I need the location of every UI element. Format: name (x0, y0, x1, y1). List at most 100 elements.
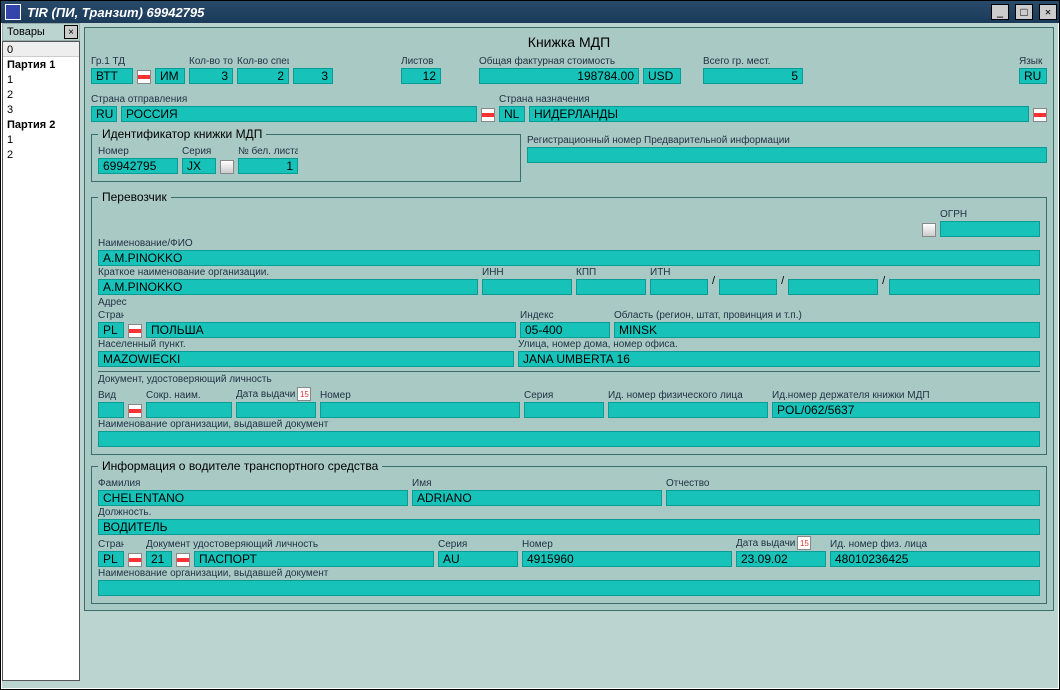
titlebar[interactable]: TIR (ПИ, Транзит) 69942795 _ □ × (1, 1, 1059, 23)
spec-count-label: Кол-во спецификаций и товаров (237, 56, 289, 67)
sidebar-item[interactable]: 0 (3, 42, 79, 57)
itn-v4[interactable] (889, 279, 1040, 295)
mdp-number-label: Номер (98, 146, 178, 157)
driver-position-value[interactable]: ВОДИТЕЛЬ (98, 519, 1040, 535)
driver-number-value[interactable]: 4915960 (522, 551, 732, 567)
idnum-value[interactable] (320, 402, 520, 418)
dep-country-name[interactable]: РОССИЯ (121, 106, 477, 122)
sidebar-item[interactable]: 3 (3, 102, 79, 117)
invoice-cost-value[interactable]: 198784.00 (479, 68, 639, 84)
driver-country-value[interactable]: PL (98, 551, 124, 567)
lang-value[interactable]: RU (1019, 68, 1047, 84)
sidebar-item[interactable]: 1 (3, 132, 79, 147)
iddate-value[interactable] (236, 402, 316, 418)
sheets-value[interactable]: 12 (401, 68, 441, 84)
regime-value[interactable]: ИМ (155, 68, 185, 84)
driver-series-value[interactable]: AU (438, 551, 518, 567)
kpp-value[interactable] (576, 279, 646, 295)
gr1td-value[interactable]: ВТТ (91, 68, 133, 84)
idabbr-value[interactable] (146, 402, 232, 418)
calendar-icon[interactable]: 15 (297, 387, 311, 401)
carrier-legend: Перевозчик (98, 190, 171, 204)
sidebar-item[interactable]: 2 (3, 87, 79, 102)
driver-date-label: Дата выдачи (736, 538, 795, 549)
idphys-value[interactable] (608, 402, 768, 418)
driver-series-label: Серия (438, 539, 518, 550)
inn-value[interactable] (482, 279, 572, 295)
flag-icon[interactable] (128, 324, 142, 338)
carrier-name-value[interactable]: A.M.PINOKKO (98, 250, 1040, 266)
issuer-value[interactable] (98, 431, 1040, 447)
driver-doc-name[interactable]: ПАСПОРТ (194, 551, 434, 567)
driver-date-value[interactable]: 23.09.02 (736, 551, 826, 567)
ogrn-value[interactable] (940, 221, 1040, 237)
header-row: Гр.1 ТД ВТТ ИМ Кол-во товаров 3 (91, 56, 1047, 84)
sidebar-item[interactable]: Партия 1 (3, 57, 79, 72)
picker-icon[interactable] (220, 160, 234, 174)
carrier-country-code[interactable]: PL (98, 322, 124, 338)
sidebar-close-button[interactable]: × (64, 25, 78, 39)
dest-country-code[interactable]: NL (499, 106, 525, 122)
sidebar-item[interactable]: 2 (3, 147, 79, 162)
mdp-white-label: № бел. листа (238, 146, 298, 157)
driver-name-label: Имя (412, 478, 662, 489)
driver-doc-code[interactable]: 21 (146, 551, 172, 567)
reg-no-value[interactable] (527, 147, 1047, 163)
driver-issuer-label: Наименование организации, выдавшей докум… (98, 568, 1040, 579)
driver-name-value[interactable]: ADRIANO (412, 490, 662, 506)
driver-legend: Информация о водителе транспортного сред… (98, 459, 382, 473)
driver-phys-value[interactable]: 48010236425 (830, 551, 1040, 567)
driver-surname-value[interactable]: CHELENTANO (98, 490, 408, 506)
itn-v2[interactable] (719, 279, 777, 295)
dest-country-name[interactable]: НИДЕРЛАНДЫ (529, 106, 1029, 122)
iddoc-header: Документ, удостоверяющий личность (98, 374, 1040, 385)
close-button[interactable]: × (1039, 4, 1057, 20)
carrier-street-value[interactable]: JANA UMBERTA 16 (518, 351, 1040, 367)
itn-v3[interactable] (788, 279, 878, 295)
goods-count-value[interactable]: 3 (189, 68, 233, 84)
driver-patronym-value[interactable] (666, 490, 1040, 506)
carrier-index-value[interactable]: 05-400 (520, 322, 610, 338)
idnum-label: Номер (320, 390, 520, 401)
minimize-button[interactable]: _ (991, 4, 1009, 20)
carrier-region-value[interactable]: MINSK (614, 322, 1040, 338)
carrier-town-value[interactable]: MAZOWIECKI (98, 351, 514, 367)
client-area: Товары × 0 Партия 1 1 2 3 Партия 2 1 2 К… (2, 23, 1058, 688)
carrier-town-label: Населенный пункт. (98, 339, 514, 350)
mdp-number-value[interactable]: 69942795 (98, 158, 178, 174)
mdp-white-value[interactable]: 1 (238, 158, 298, 174)
inn-label: ИНН (482, 267, 572, 278)
carrier-country-name[interactable]: ПОЛЬША (146, 322, 516, 338)
itn-v1[interactable] (650, 279, 708, 295)
idser-value[interactable] (524, 402, 604, 418)
sidebar-item[interactable]: 1 (3, 72, 79, 87)
dep-country-code[interactable]: RU (91, 106, 117, 122)
idmdp-value[interactable]: POL/062/5637 (772, 402, 1040, 418)
sheets-label: Листов (401, 56, 441, 67)
invoice-currency[interactable]: USD (643, 68, 681, 84)
calendar-icon[interactable]: 15 (797, 536, 811, 550)
flag-icon[interactable] (128, 404, 142, 418)
driver-issuer-value[interactable] (98, 580, 1040, 596)
picker-icon[interactable] (922, 223, 936, 237)
mdp-series-label: Серия (182, 146, 216, 157)
app-window: TIR (ПИ, Транзит) 69942795 _ □ × Товары … (0, 0, 1060, 690)
maximize-button[interactable]: □ (1015, 4, 1033, 20)
main-panel: Книжка МДП Гр.1 ТД ВТТ ИМ (84, 27, 1054, 611)
idkind-value[interactable] (98, 402, 124, 418)
flag-icon[interactable] (481, 108, 495, 122)
flag-icon[interactable] (176, 553, 190, 567)
mdp-series-value[interactable]: JX (182, 158, 216, 174)
kpp-label: КПП (576, 267, 646, 278)
sidebar-header-label: Товары (3, 26, 63, 38)
sidebar-item[interactable]: Партия 2 (3, 117, 79, 132)
spec-count-v1[interactable]: 2 (237, 68, 289, 84)
flag-icon[interactable] (137, 70, 151, 84)
spec-count-v2[interactable]: 3 (293, 68, 333, 84)
gross-places-value[interactable]: 5 (703, 68, 803, 84)
carrier-short-value[interactable]: A.M.PINOKKO (98, 279, 478, 295)
flag-icon[interactable] (1033, 108, 1047, 122)
idmdp-label: Ид.номер держателя книжки МДП (772, 390, 1040, 401)
flag-icon[interactable] (128, 553, 142, 567)
sidebar: Товары × 0 Партия 1 1 2 3 Партия 2 1 2 (2, 23, 80, 688)
